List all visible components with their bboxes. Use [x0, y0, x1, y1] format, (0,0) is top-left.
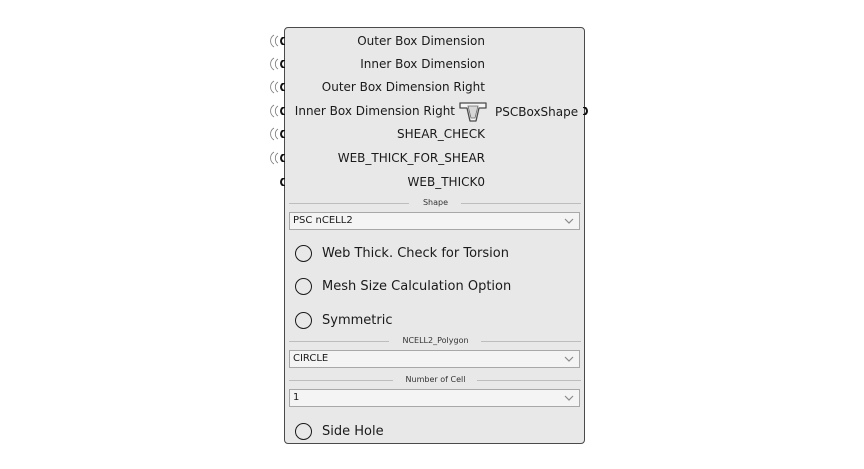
radio-button[interactable]	[295, 278, 312, 295]
input-param-inner-box-dimension-right[interactable]: Inner Box Dimension Right	[270, 100, 485, 122]
input-param-outer-box-dimension-right[interactable]: Outer Box Dimension Right	[270, 76, 485, 98]
shape-section-title: Shape	[422, 198, 449, 207]
input-param-shear-check[interactable]: SHEAR_CHECK	[270, 123, 485, 145]
option-label: Symmetric	[322, 313, 393, 328]
option-label: Mesh Size Calculation Option	[322, 279, 512, 294]
option-label: Side Hole	[322, 424, 384, 439]
input-grip-icon[interactable]	[279, 37, 285, 45]
input-param-inner-box-dimension[interactable]: Inner Box Dimension	[270, 53, 485, 75]
option-label: Web Thick. Check for Torsion	[322, 246, 509, 261]
radio-button[interactable]	[295, 312, 312, 329]
input-grip-icon[interactable]	[279, 107, 285, 115]
input-label: WEB_THICK0	[407, 175, 485, 189]
shape-dropdown[interactable]: PSC nCELL2	[289, 212, 580, 230]
radio-button[interactable]	[295, 245, 312, 262]
chevron-down-icon	[564, 356, 574, 362]
input-param-web-thick0[interactable]: WEB_THICK0	[280, 171, 485, 193]
input-label: SHEAR_CHECK	[396, 127, 485, 141]
cell-count-dropdown-value: 1	[293, 392, 300, 403]
input-param-web-thick-for-shear[interactable]: WEB_THICK_FOR_SHEAR	[270, 147, 485, 169]
option-web-thick-check-torsion[interactable]: Web Thick. Check for Torsion	[295, 244, 575, 268]
option-mesh-size-calculation[interactable]: Mesh Size Calculation Option	[295, 277, 575, 301]
input-label: Inner Box Dimension	[360, 57, 485, 71]
option-side-hole[interactable]: Side Hole	[295, 422, 575, 446]
input-grip-icon[interactable]	[279, 130, 285, 138]
psc-box-shape-icon	[459, 102, 487, 122]
polygon-dropdown[interactable]: CIRCLE	[289, 350, 580, 368]
polygon-section-title: NCELL2_Polygon	[402, 336, 469, 345]
option-symmetric[interactable]: Symmetric	[295, 311, 575, 335]
shape-dropdown-value: PSC nCELL2	[293, 215, 353, 226]
cell-section-title: Number of Cell	[405, 375, 466, 384]
cell-count-dropdown[interactable]: 1	[289, 389, 580, 407]
input-label: Outer Box Dimension	[357, 34, 485, 48]
input-param-outer-box-dimension[interactable]: Outer Box Dimension	[270, 30, 485, 52]
radio-button[interactable]	[295, 423, 312, 440]
chevron-down-icon	[564, 395, 574, 401]
psc-box-shape-component[interactable]: Outer Box Dimension Inner Box Dimension …	[270, 27, 588, 446]
input-label: Outer Box Dimension Right	[321, 80, 485, 94]
polygon-dropdown-value: CIRCLE	[293, 353, 329, 364]
input-label: Inner Box Dimension Right	[294, 104, 455, 118]
input-label: WEB_THICK_FOR_SHEAR	[337, 151, 485, 165]
chevron-down-icon	[564, 218, 574, 224]
input-grip-icon[interactable]	[279, 83, 285, 91]
input-grip-icon[interactable]	[279, 60, 285, 68]
output-grip-icon[interactable]	[583, 107, 589, 115]
input-grip-icon[interactable]	[279, 178, 285, 186]
input-grip-icon[interactable]	[279, 154, 285, 162]
output-label: PSCBoxShape	[495, 105, 579, 119]
